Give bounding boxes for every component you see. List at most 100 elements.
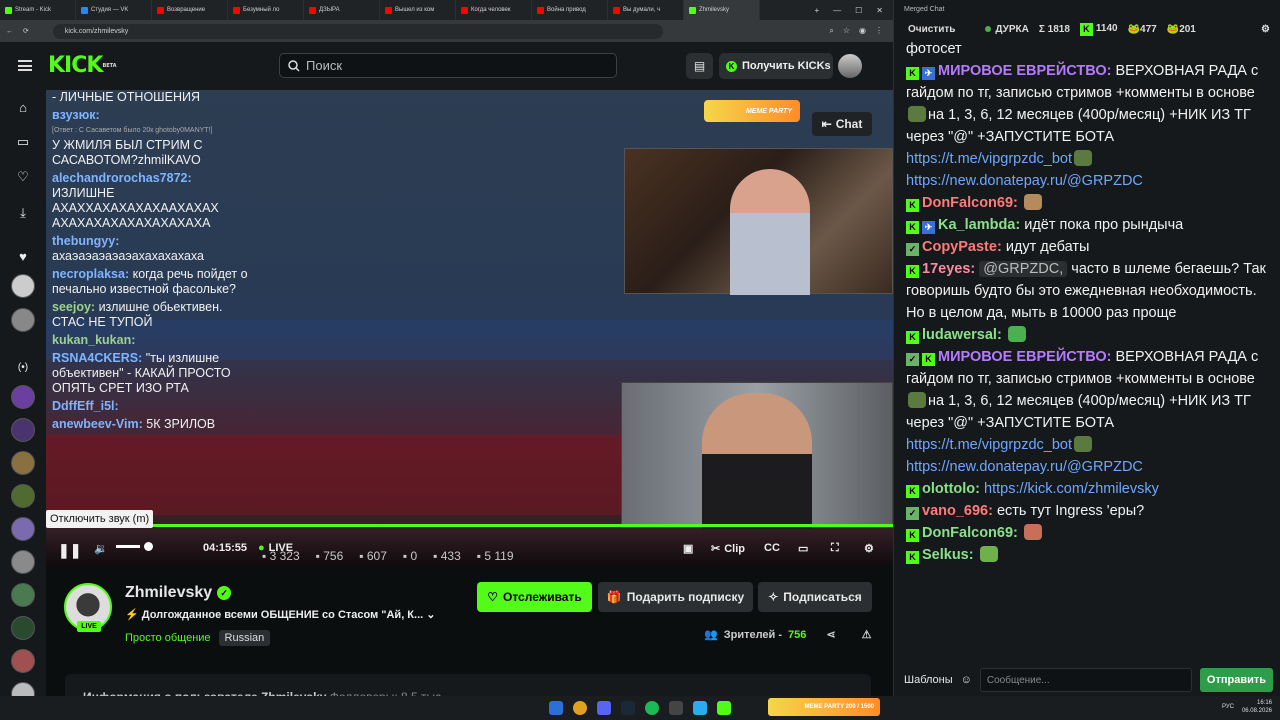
discord-icon[interactable] bbox=[597, 701, 611, 715]
templates-button[interactable]: Шаблоны bbox=[904, 674, 953, 686]
app-icon[interactable] bbox=[669, 701, 683, 715]
get-kicks-button[interactable]: K Получить KICKs bbox=[719, 53, 833, 79]
channel-avatar[interactable] bbox=[11, 418, 35, 442]
clock[interactable]: 16:16 06.08.2026 bbox=[1242, 699, 1272, 715]
chat-link[interactable]: https://kick.com/zhmilevsky bbox=[984, 481, 1159, 497]
channel-avatar[interactable] bbox=[11, 583, 35, 607]
volume-slider[interactable] bbox=[116, 542, 153, 551]
clip-button[interactable]: ✂ Clip bbox=[711, 542, 745, 556]
channel-avatar[interactable] bbox=[11, 385, 35, 409]
home-icon[interactable]: ⌂ bbox=[14, 98, 32, 116]
extension-icon[interactable]: ◉ bbox=[859, 26, 866, 36]
viewers-number: 756 bbox=[788, 628, 807, 641]
spotify-icon[interactable] bbox=[645, 701, 659, 715]
followed-channel-avatar[interactable] bbox=[11, 308, 35, 332]
pause-button[interactable]: ❚❚ bbox=[58, 542, 81, 559]
channel-name[interactable]: Zhmilevsky ✓ bbox=[125, 584, 232, 602]
theater-icon[interactable]: ▣ bbox=[683, 542, 693, 555]
category-link[interactable]: Просто общение bbox=[125, 632, 211, 644]
browser-tab[interactable]: Вы думали, ч bbox=[608, 0, 684, 20]
channel-avatar[interactable] bbox=[11, 517, 35, 541]
progress-bar[interactable] bbox=[46, 524, 893, 527]
chat-username[interactable]: olottolo: bbox=[922, 481, 980, 497]
telegram-icon[interactable] bbox=[693, 701, 707, 715]
language-tag[interactable]: Russian bbox=[218, 630, 271, 646]
browser-tab[interactable]: Безумный ло bbox=[228, 0, 304, 20]
kicks-icon: K bbox=[726, 60, 737, 72]
url-input[interactable]: kick.com/zhmilevsky bbox=[52, 23, 663, 39]
chat-username[interactable]: Selkus: bbox=[922, 547, 974, 563]
chat-mention[interactable]: @GRPZDC, bbox=[979, 261, 1068, 277]
chat-input[interactable]: Сообщение... bbox=[979, 668, 1192, 692]
chat-username[interactable]: МИРОВОЕ ЕВРЕЙСТВО: bbox=[938, 63, 1111, 79]
chat-link[interactable]: https://t.me/vipgrpzdc_bot bbox=[906, 437, 1072, 453]
report-icon[interactable]: ⚠ bbox=[862, 628, 872, 641]
new-tab-button[interactable]: + bbox=[814, 6, 819, 15]
chat-username[interactable]: CopyPaste: bbox=[922, 239, 1002, 255]
browser-tab[interactable]: Возвращение bbox=[152, 0, 228, 20]
search-input[interactable]: Поиск bbox=[279, 53, 617, 78]
kick-logo[interactable]: KICKBETA bbox=[48, 54, 117, 78]
chat-toggle-button[interactable]: ⇤ Chat bbox=[812, 112, 872, 136]
maximize-icon[interactable]: ☐ bbox=[855, 6, 862, 15]
chat-link[interactable]: https://t.me/vipgrpzdc_bot bbox=[906, 151, 1072, 167]
chat-username[interactable]: 17eyes: bbox=[922, 261, 975, 277]
channel-avatar[interactable] bbox=[11, 484, 35, 508]
user-avatar[interactable] bbox=[838, 54, 862, 78]
chat-link[interactable]: https://new.donatepay.ru/@GRPZDC bbox=[906, 173, 1143, 189]
chat-username[interactable]: DonFalcon69: bbox=[922, 525, 1018, 541]
bookmark-icon[interactable]: ☆ bbox=[843, 26, 850, 36]
channel-avatar[interactable] bbox=[11, 550, 35, 574]
zoom-icon[interactable]: ⌕ bbox=[829, 26, 833, 36]
gift-sub-button[interactable]: 🎁 Подарить подписку bbox=[598, 582, 753, 612]
video-player[interactable]: - ЛИЧНЫЕ ОТНОШЕНИЯ взузюк: [Ответ : С Сас… bbox=[46, 90, 893, 566]
chat-username[interactable]: МИРОВОЕ ЕВРЕЙСТВО: bbox=[938, 349, 1111, 365]
settings-icon[interactable]: ⚙ bbox=[864, 542, 874, 555]
send-button[interactable]: Отправить bbox=[1199, 668, 1273, 692]
chat-username[interactable]: vano_696: bbox=[922, 503, 993, 519]
chat-link[interactable]: https://new.donatepay.ru/@GRPZDC bbox=[906, 459, 1143, 475]
followed-channel-avatar[interactable] bbox=[11, 274, 35, 298]
channel-avatar[interactable] bbox=[11, 451, 35, 475]
steam-icon[interactable] bbox=[621, 701, 635, 715]
chrome-icon[interactable] bbox=[573, 701, 587, 715]
subscribe-button[interactable]: ✧ Подписаться bbox=[758, 582, 872, 612]
menu-icon[interactable]: ⋮ bbox=[875, 26, 883, 36]
browser-tab[interactable]: Вышел из ком bbox=[380, 0, 456, 20]
chat-username[interactable]: Ka_lambda: bbox=[938, 217, 1020, 233]
chevron-down-icon[interactable]: ⌄ bbox=[426, 609, 435, 621]
chat-username[interactable]: ludawersal: bbox=[922, 327, 1002, 343]
channel-avatar[interactable] bbox=[11, 616, 35, 640]
download-icon[interactable]: ⤓ bbox=[14, 204, 32, 222]
menu-icon[interactable] bbox=[18, 60, 32, 71]
browser-tab[interactable]: Stream - Kick bbox=[0, 0, 76, 20]
browse-icon[interactable]: ▭ bbox=[14, 133, 32, 151]
browser-tab[interactable]: Когда человек bbox=[456, 0, 532, 20]
back-icon[interactable]: ← bbox=[6, 28, 13, 35]
browser-tab[interactable]: Война привод bbox=[532, 0, 608, 20]
store-button[interactable]: ▤ bbox=[686, 53, 713, 79]
miniplayer-icon[interactable]: ▭ bbox=[798, 542, 808, 555]
heart-icon[interactable]: ♡ bbox=[14, 168, 32, 186]
start-icon[interactable] bbox=[549, 701, 563, 715]
clear-button[interactable]: Очистить bbox=[908, 24, 955, 35]
emoji-icon[interactable]: ☺ bbox=[961, 674, 972, 686]
volume-icon[interactable]: 🔉 bbox=[94, 542, 108, 555]
minimize-icon[interactable]: — bbox=[833, 6, 841, 15]
channel-avatar[interactable] bbox=[11, 649, 35, 673]
follow-button[interactable]: ♡ Отслеживать bbox=[477, 582, 592, 612]
share-icon[interactable]: ⋖ bbox=[826, 628, 835, 641]
captions-icon[interactable]: CC bbox=[764, 542, 780, 554]
browser-tab[interactable]: ДЗЫРА bbox=[304, 0, 380, 20]
browser-tab[interactable]: Zhmilevsky bbox=[684, 0, 760, 20]
close-icon[interactable]: ✕ bbox=[876, 6, 883, 15]
browser-tab[interactable]: Студия — VK bbox=[76, 0, 152, 20]
live-channels-icon[interactable]: (•) bbox=[14, 358, 32, 376]
kick-app-icon[interactable] bbox=[717, 701, 731, 715]
fullscreen-icon[interactable]: ⛶ bbox=[831, 542, 839, 555]
chat-username[interactable]: DonFalcon69: bbox=[922, 195, 1018, 211]
settings-icon[interactable]: ⚙ bbox=[1261, 24, 1270, 35]
following-icon[interactable]: ♥ bbox=[14, 247, 32, 265]
reload-icon[interactable]: ⟳ bbox=[23, 27, 29, 35]
language-indicator[interactable]: РУС bbox=[1222, 703, 1234, 711]
